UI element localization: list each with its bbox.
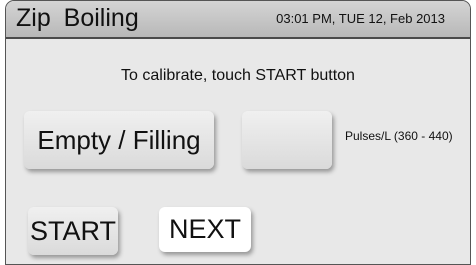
next-button[interactable]: NEXT: [159, 207, 251, 252]
screen-title: Zip Boiling: [16, 4, 139, 32]
start-button[interactable]: START: [28, 207, 118, 255]
date-time: 03:01 PM, TUE 12, Feb 2013: [276, 11, 445, 26]
pulses-range-label: Pulses/L (360 - 440): [345, 129, 453, 143]
title-bar: Zip Boiling 03:01 PM, TUE 12, Feb 2013: [6, 1, 470, 39]
calibration-instruction: To calibrate, touch START button: [121, 67, 355, 84]
pulses-value-field[interactable]: [242, 111, 332, 169]
empty-filling-button[interactable]: Empty / Filling: [24, 111, 214, 169]
device-screen: Zip Boiling 03:01 PM, TUE 12, Feb 2013 T…: [5, 0, 471, 265]
